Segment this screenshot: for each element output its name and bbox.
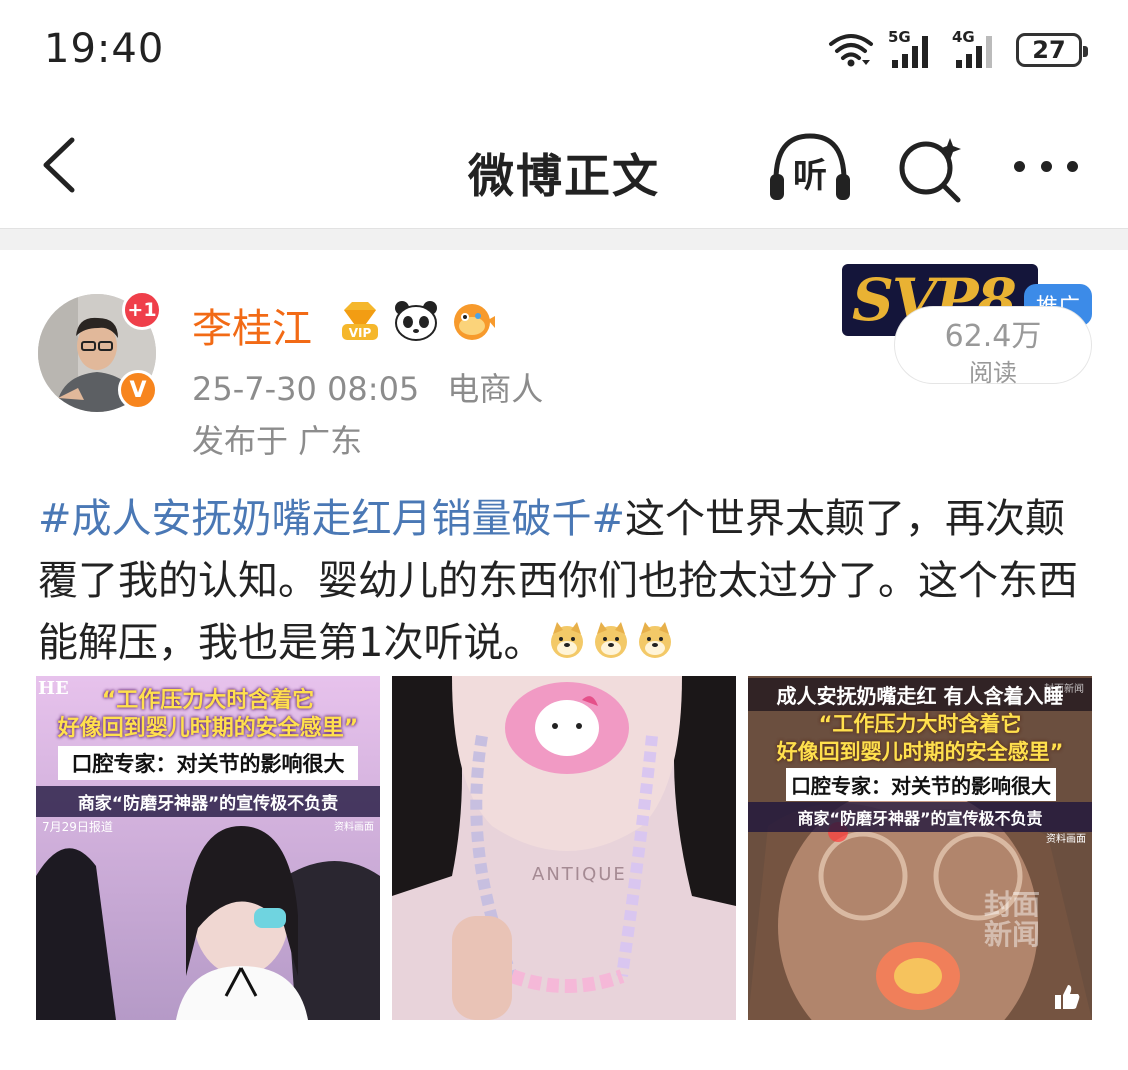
search-button[interactable] — [892, 130, 968, 206]
wifi-icon — [828, 32, 874, 68]
read-count: 62.4万 — [944, 319, 1042, 354]
image-3-expert-caption: 口腔专家：对关节的影响很大 — [786, 768, 1056, 801]
vip-diamond-icon: VIP — [336, 298, 384, 344]
image-2-scene — [392, 676, 736, 1020]
image-1-merchant-caption: 商家“防磨牙神器”的宣传极不负责 — [36, 786, 380, 817]
doge-emoji-icon — [635, 616, 675, 658]
post-body: #成人安抚奶嘴走红月销量破千#这个世界太颠了，再次颠覆了我的认知。婴幼儿的东西你… — [38, 488, 1098, 674]
post-image-2[interactable]: ANTIQUE — [392, 676, 736, 1020]
listen-label: 听 — [793, 156, 827, 196]
post-meta: 25-7-30 08:05 电商人 — [192, 364, 543, 410]
dot-icon — [1014, 160, 1025, 172]
pufferfish-icon — [448, 298, 496, 344]
thumbs-up-icon — [1055, 985, 1080, 1009]
panda-icon — [392, 298, 440, 344]
image-3-title: 成人安抚奶嘴走红 有人含着入睡 — [748, 678, 1092, 711]
status-time: 19:40 — [44, 26, 165, 72]
image-3-brand-watermark: 封面新闻 — [984, 888, 1041, 951]
section-divider — [0, 228, 1128, 250]
hashtag-link[interactable]: #成人安抚奶嘴走红月销量破千# — [38, 496, 625, 542]
dot-icon — [1040, 160, 1052, 172]
image-3-source-note: 资料画面 — [1046, 834, 1086, 845]
signal-4g-icon: 4G — [952, 28, 1002, 68]
image-3-merchant-caption: 商家“防磨牙神器”的宣传极不负责 — [748, 802, 1092, 832]
status-bar: 19:40 5G 4G 27 — [0, 0, 1128, 100]
read-label: 阅读 — [969, 359, 1017, 387]
post-image-1[interactable]: HE “工作压力大时含着它 好像回到婴儿时期的安全感里” 口腔专家：对关节的影响… — [36, 676, 380, 1020]
image-1-date-note: 7月29日报道 — [42, 820, 113, 834]
post-image-3[interactable]: 成人安抚奶嘴走红 有人含着入睡 “工作压力大时含着它 好像回到婴儿时期的安全感里… — [748, 676, 1092, 1020]
read-count-badge: 62.4万 阅读 — [894, 306, 1092, 387]
image-1-source-note: 资料画面 — [334, 822, 374, 833]
post-date: 25-7-30 08:05 — [192, 370, 420, 408]
more-options-button[interactable] — [1004, 146, 1088, 186]
search-icon — [899, 138, 961, 203]
notification-badge: +1 — [122, 290, 162, 330]
dot-icon — [1067, 160, 1078, 172]
listen-button[interactable]: 听 — [766, 130, 854, 206]
nav-bar: 微博正文 听 — [0, 110, 1128, 222]
doge-emoji-icon — [547, 616, 587, 658]
doge-emoji-icon — [591, 616, 631, 658]
status-icons: 5G 4G 27 — [828, 28, 1088, 72]
post-source: 电商人 — [447, 370, 544, 408]
image-3-quote-1: “工作压力大时含着它 — [818, 712, 1022, 736]
image-1-expert-caption: 口腔专家：对关节的影响很大 — [58, 746, 358, 780]
image-1-quote-2: 好像回到婴儿时期的安全感里” — [57, 716, 359, 741]
image-2-watermark: ANTIQUE — [532, 864, 627, 885]
author-name[interactable]: 李桂江 — [192, 296, 312, 354]
image-3-top-watermark: 封面新闻 — [1044, 684, 1084, 695]
svg-text:VIP: VIP — [349, 326, 372, 340]
signal-5g-icon: 5G — [888, 28, 938, 68]
post-location: 发布于 广东 — [192, 422, 363, 460]
verified-badge: V — [118, 370, 158, 410]
image-3-quote-2: 好像回到婴儿时期的安全感里” — [776, 740, 1064, 764]
battery-indicator: 27 — [1016, 33, 1088, 67]
author-badges: VIP — [336, 298, 496, 344]
